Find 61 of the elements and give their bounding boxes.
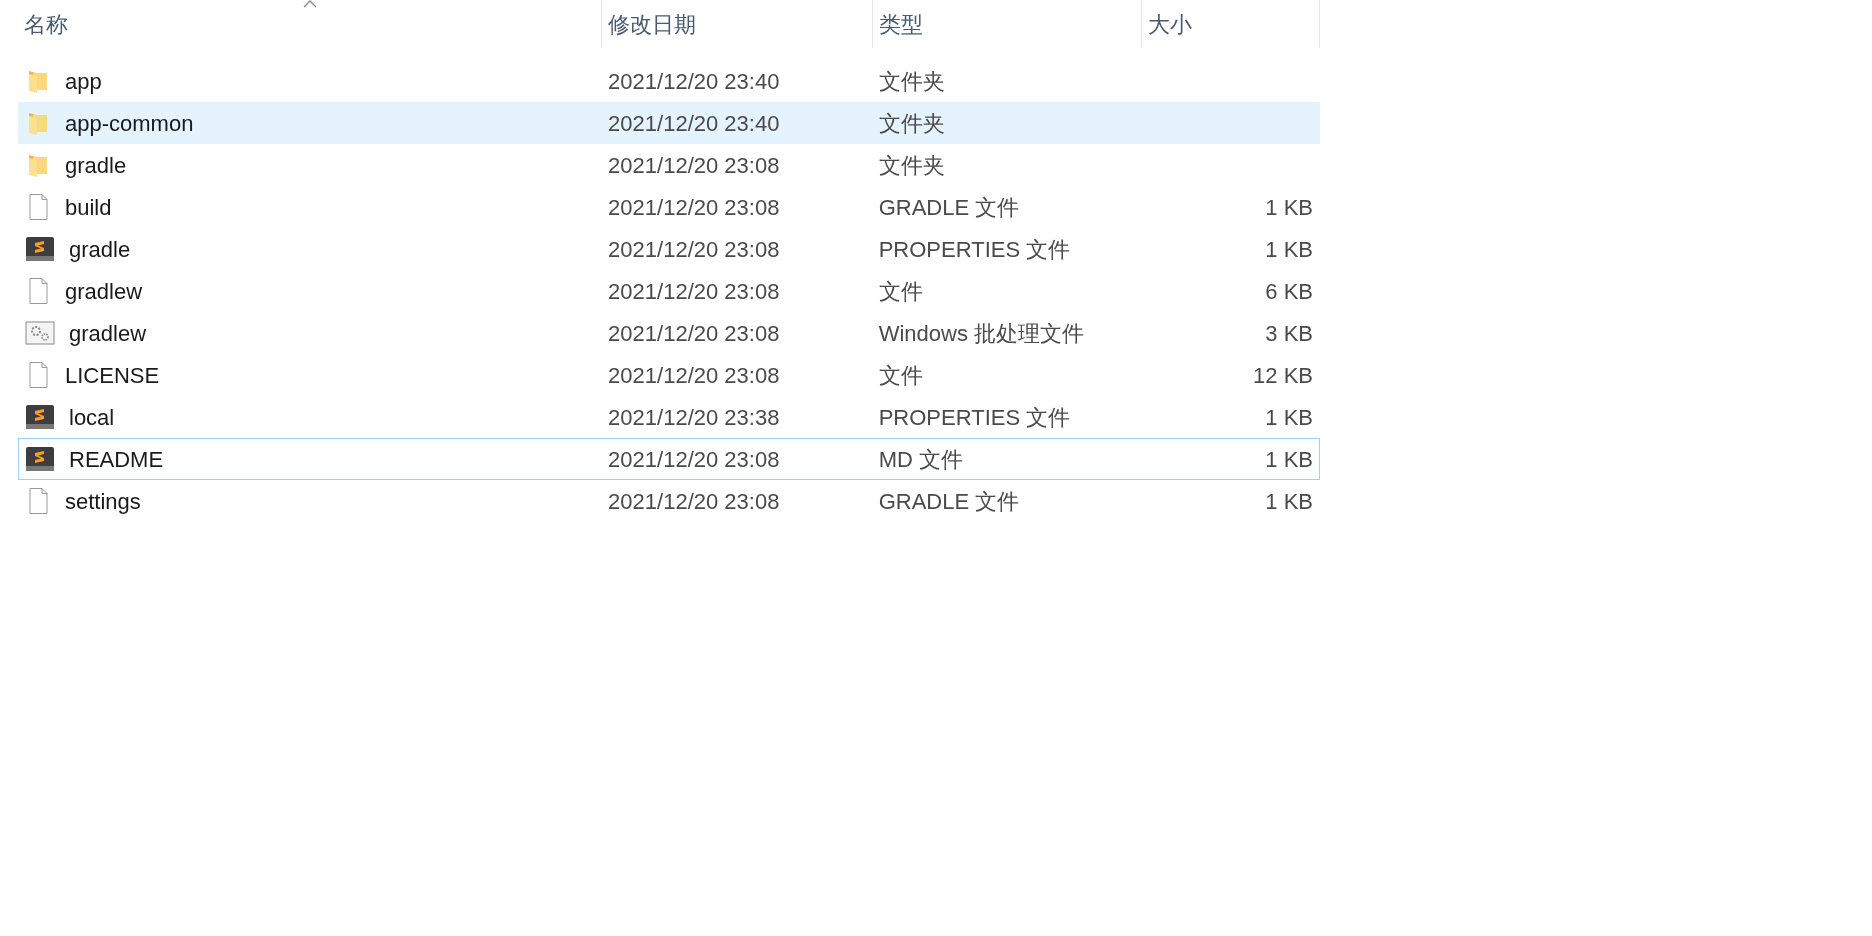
sublime-text-icon: [25, 404, 55, 430]
column-header[interactable]: 大小: [1142, 0, 1320, 48]
file-row[interactable]: app-common 2021/12/20 23:40 文件夹: [18, 102, 1320, 144]
file-name: gradlew: [69, 319, 147, 348]
file-type: GRADLE 文件: [877, 488, 1020, 514]
file-type: 文件夹: [877, 110, 945, 136]
file-row[interactable]: README 2021/12/20 23:08 MD 文件 1 KB: [18, 438, 1320, 480]
modified-date: 2021/12/20 23:08: [607, 278, 780, 304]
sublime-text-icon: [25, 446, 55, 472]
file-name: gradlew: [65, 277, 143, 306]
file-type: Windows 批处理文件: [877, 320, 1085, 346]
file-type: GRADLE 文件: [877, 194, 1020, 220]
modified-date: 2021/12/20 23:08: [607, 488, 780, 514]
file-size: 1 KB: [1264, 446, 1313, 472]
file-type: 文件夹: [877, 68, 945, 94]
column-header[interactable]: 名称: [18, 0, 602, 48]
modified-date: 2021/12/20 23:08: [607, 446, 780, 472]
file-name: build: [65, 193, 112, 222]
file-name: local: [69, 403, 115, 432]
file-size: 6 KB: [1264, 278, 1313, 304]
sort-caret-icon: [302, 0, 317, 8]
file-row[interactable]: settings 2021/12/20 23:08 GRADLE 文件 1 KB: [18, 480, 1320, 522]
file-row[interactable]: gradlew 2021/12/20 23:08 文件 6 KB: [18, 270, 1320, 312]
file-type: 文件夹: [877, 152, 945, 178]
file-name: app-common: [65, 109, 194, 138]
file-row[interactable]: local 2021/12/20 23:38 PROPERTIES 文件 1 KB: [18, 396, 1320, 438]
column-header[interactable]: 类型: [873, 0, 1142, 48]
file-row[interactable]: gradlew 2021/12/20 23:08 Windows 批处理文件 3 KB: [18, 312, 1320, 354]
file-type: 文件: [877, 278, 923, 304]
file-row[interactable]: gradle 2021/12/20 23:08 文件夹: [18, 144, 1320, 186]
file-size: 1 KB: [1264, 404, 1313, 430]
file-type: MD 文件: [877, 446, 963, 472]
file-name: LICENSE: [65, 361, 160, 390]
file-type: PROPERTIES 文件: [877, 236, 1071, 262]
modified-date: 2021/12/20 23:08: [607, 236, 780, 262]
modified-date: 2021/12/20 23:08: [607, 194, 780, 220]
file-row[interactable]: LICENSE 2021/12/20 23:08 文件 12 KB: [18, 354, 1320, 396]
modified-date: 2021/12/20 23:40: [607, 68, 780, 94]
file-row[interactable]: build 2021/12/20 23:08 GRADLE 文件 1 KB: [18, 186, 1320, 228]
modified-date: 2021/12/20 23:08: [607, 362, 780, 388]
modified-date: 2021/12/20 23:38: [607, 404, 780, 430]
file-size: 1 KB: [1264, 488, 1313, 514]
file-name: README: [69, 445, 164, 474]
modified-date: 2021/12/20 23:08: [607, 320, 780, 346]
file-size: 1 KB: [1264, 194, 1313, 220]
file-size: 1 KB: [1264, 236, 1313, 262]
file-row[interactable]: gradle 2021/12/20 23:08 PROPERTIES 文件 1 KB: [18, 228, 1320, 270]
gears-icon: [25, 320, 55, 346]
file-size: 3 KB: [1264, 320, 1313, 346]
file-name: app: [65, 67, 102, 96]
sublime-text-icon: [25, 236, 55, 262]
file-row[interactable]: app 2021/12/20 23:40 文件夹: [18, 60, 1320, 102]
file-size: 12 KB: [1252, 362, 1313, 388]
file-name: settings: [65, 487, 141, 516]
modified-date: 2021/12/20 23:08: [607, 152, 780, 178]
modified-date: 2021/12/20 23:40: [607, 110, 780, 136]
file-name: gradle: [69, 235, 131, 264]
file-type: PROPERTIES 文件: [877, 404, 1071, 430]
column-header[interactable]: 修改日期: [602, 0, 873, 48]
file-name: gradle: [65, 151, 127, 180]
file-type: 文件: [877, 362, 923, 388]
